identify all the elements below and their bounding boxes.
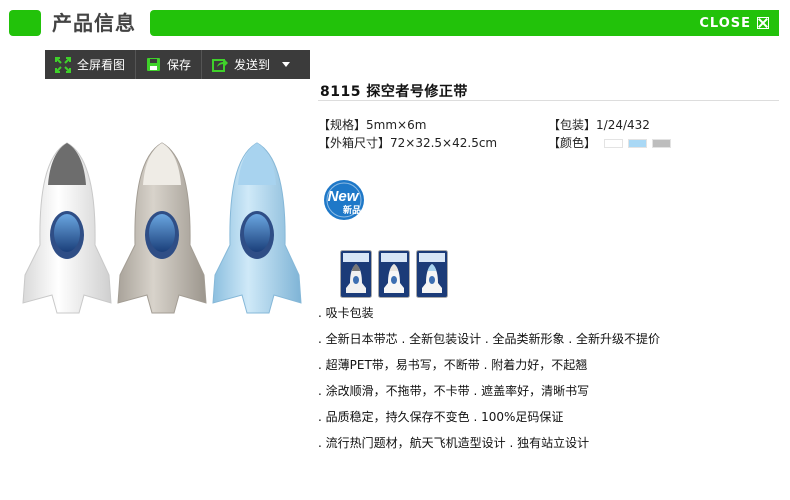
- color-swatch-blue[interactable]: [627, 139, 647, 148]
- spec-pack: 【包装】1/24/432: [548, 116, 650, 134]
- spec-size-value: 5mm×6m: [366, 118, 427, 132]
- feature-item: . 吸卡包装: [318, 306, 374, 320]
- feature-item: . 超薄PET带，易书写，不断带 . 附着力好，不起翘: [318, 358, 588, 372]
- share-icon: [212, 59, 229, 72]
- fullscreen-icon: [55, 56, 71, 73]
- feature-item: . 流行热门题材，航天飞机造型设计 . 独有站立设计: [318, 436, 590, 450]
- spec-carton-value: 72×32.5×42.5cm: [390, 136, 498, 150]
- fullscreen-label: 全屏看图: [77, 58, 126, 72]
- thumbnail-pack-2[interactable]: [378, 250, 410, 298]
- header-accent-block: [9, 10, 41, 36]
- page-title: 产品信息: [52, 11, 136, 35]
- send-to-button[interactable]: 发送到: [202, 50, 300, 79]
- spec-color: 【颜色】: [548, 134, 671, 152]
- spec-pack-label: 【包装】: [548, 118, 597, 132]
- image-toolbar: 全屏看图 保存 发送到: [45, 50, 310, 79]
- badge-text-en: New: [328, 188, 360, 205]
- feature-item: . 涂改顺滑，不拖带，不卡带 . 遮盖率好，清晰书写: [318, 384, 590, 398]
- close-icon: [757, 17, 769, 29]
- close-label: CLOSE: [699, 15, 751, 31]
- spec-carton-label: 【外箱尺寸】: [318, 136, 391, 150]
- fullscreen-button[interactable]: 全屏看图: [45, 50, 137, 79]
- thumbnail-pack-1[interactable]: [340, 250, 372, 298]
- spec-pack-value: 1/24/432: [596, 118, 650, 132]
- send-to-label: 发送到: [234, 58, 271, 72]
- chevron-down-icon: [282, 62, 291, 67]
- close-button[interactable]: CLOSE: [699, 14, 769, 32]
- color-swatches: [603, 139, 671, 148]
- spec-carton: 【外箱尺寸】72×32.5×42.5cm: [318, 134, 497, 152]
- product-title: 8115 探空者号修正带: [320, 84, 468, 100]
- feature-item: . 品质稳定，持久保存不变色 . 100%足码保证: [318, 410, 564, 424]
- spec-color-label: 【颜色】: [548, 136, 597, 150]
- save-icon: [147, 58, 161, 71]
- thumbnail-pack-3[interactable]: [416, 250, 448, 298]
- product-image: [7, 135, 311, 330]
- header-bar: CLOSE: [150, 10, 779, 36]
- badge-text-cn: 新品: [343, 204, 361, 216]
- feature-item: . 全新日本带芯 . 全新包装设计 . 全品类新形象 . 全新升级不提价: [318, 332, 660, 346]
- spec-size: 【规格】5mm×6m: [318, 116, 426, 134]
- new-badge-icon: New 新品: [324, 180, 364, 220]
- color-swatch-grey[interactable]: [651, 139, 671, 148]
- save-button[interactable]: 保存: [136, 50, 203, 79]
- title-divider: [318, 100, 779, 101]
- color-swatch-white[interactable]: [603, 139, 623, 148]
- spec-size-label: 【规格】: [318, 118, 367, 132]
- save-label: 保存: [167, 58, 192, 72]
